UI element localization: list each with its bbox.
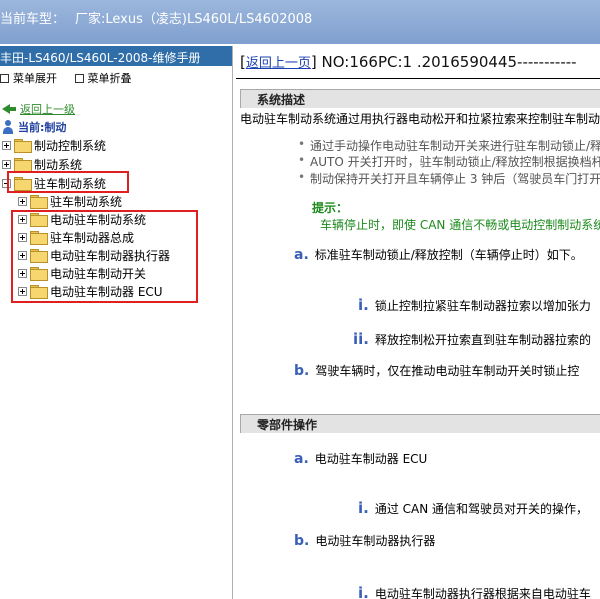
menu-expand-label: 菜单展开 — [13, 72, 57, 85]
expand-icon[interactable] — [2, 159, 11, 169]
bullet-item: AUTO 开关打开时，驻车制动锁止/释放控制根据换档杆位置 — [298, 153, 600, 170]
user-icon — [2, 120, 14, 134]
title-bar: 当前车型： 厂家:Lexus（凌志)LS460L/LS4602008 — [0, 0, 600, 44]
section-title-description: 系统描述 — [240, 89, 600, 108]
expand-icon[interactable] — [2, 140, 11, 150]
item-text: 驾驶车辆时，仅在推动电动驻车制动开关时锁止控 — [315, 364, 580, 378]
item-marker: b. — [294, 533, 310, 549]
current-row: 当前:制动 — [0, 118, 232, 136]
doc-header: [返回上一页] NO:166PC:1 .2016590445----------… — [240, 53, 577, 71]
item-text: 标准驻车制动锁止/释放控制（车辆停止时）如下。 — [314, 248, 583, 262]
tree-item-brake-control[interactable]: 制动控制系统 — [2, 136, 106, 154]
back-arrow-icon — [2, 104, 16, 114]
component-b: b. 电动驻车制动器执行器 — [294, 532, 435, 549]
item-marker: a. — [294, 247, 309, 263]
tree-item-parking-brake-subsystem[interactable]: 驻车制动系统 — [18, 192, 122, 210]
menu-expand-icon — [0, 73, 9, 83]
item-marker: i. — [358, 499, 369, 517]
current-label: 当前:制动 — [18, 121, 67, 134]
item-b: b. 驾驶车辆时，仅在推动电动驻车制动开关时锁止控 — [294, 362, 579, 379]
item-text: 释放控制松开拉索直到驻车制动器拉索的 — [374, 333, 591, 347]
menu-bar: 菜单展开 菜单折叠 — [0, 66, 232, 88]
bullet-item: 通过手动操作电动驻车制动开关来进行驻车制动锁止/释放 — [298, 137, 600, 154]
vehicle-model: 厂家:Lexus（凌志)LS460L/LS4602008 — [75, 12, 313, 27]
divider — [236, 78, 600, 79]
menu-collapse-button[interactable]: 菜单折叠 — [74, 70, 132, 86]
back-row[interactable]: 返回上一级 — [0, 100, 232, 118]
back-link[interactable]: 返回上一级 — [20, 101, 75, 117]
component-a-i: i. 通过 CAN 通信和驾驶员对开关的操作， — [358, 499, 588, 517]
folder-icon — [30, 195, 48, 209]
tree-item-label: 制动控制系统 — [34, 138, 107, 153]
folder-icon — [14, 158, 32, 172]
tip-text: 车辆停止时，即使 CAN 通信不畅或电动控制制动系统出现故障 — [320, 218, 600, 232]
intro-text: 电动驻车制动系统通过用执行器电动松开和拉紧拉索来控制驻车制动器。 — [240, 112, 600, 126]
item-text: 电动驻车制动器执行器 — [315, 534, 436, 548]
menu-collapse-icon — [74, 73, 84, 83]
component-a: a. 电动驻车制动器 ECU — [294, 450, 427, 467]
item-ii: ii. 释放控制松开拉索直到驻车制动器拉索的 — [353, 330, 591, 348]
back-page-link[interactable]: 返回上一页 — [246, 56, 311, 71]
folder-icon — [14, 139, 32, 153]
content-pane: [返回上一页] NO:166PC:1 .2016590445----------… — [236, 46, 600, 599]
section-title-components: 零部件操作 — [240, 414, 600, 433]
item-a: a. 标准驻车制动锁止/释放控制（车辆停止时）如下。 — [294, 246, 583, 263]
item-marker: b. — [294, 363, 310, 379]
navigation-pane: 丰田-LS460/LS460L-2008-维修手册 菜单展开 菜单折叠 返回上一… — [0, 46, 233, 599]
item-marker: i. — [358, 584, 369, 599]
title-prefix: 当前车型： — [0, 12, 66, 27]
highlight-box — [11, 210, 198, 303]
item-text: 锁止控制拉紧驻车制动器拉索以增加张力 — [374, 299, 591, 313]
item-marker: ii. — [353, 330, 369, 348]
tree-item-label: 制动系统 — [34, 157, 83, 172]
item-marker: a. — [294, 451, 309, 467]
item-text: 电动驻车制动器 ECU — [314, 452, 428, 466]
item-text: 通过 CAN 通信和驾驶员对开关的操作， — [374, 502, 589, 516]
expand-icon[interactable] — [18, 196, 27, 206]
menu-collapse-label: 菜单折叠 — [87, 72, 132, 85]
highlight-box — [7, 171, 129, 193]
item-marker: i. — [358, 296, 369, 314]
menu-expand-button[interactable]: 菜单展开 — [0, 70, 57, 86]
component-b-i: i. 电动驻车制动器执行器根据来自电动驻车 — [358, 584, 591, 599]
item-text: 电动驻车制动器执行器根据来自电动驻车 — [374, 587, 591, 599]
doc-id: NO:166PC:1 .2016590445----------- — [321, 53, 577, 71]
manual-header: 丰田-LS460/LS460L-2008-维修手册 — [0, 46, 232, 66]
tip-label: 提示： — [312, 201, 349, 215]
item-i: i. 锁止控制拉紧驻车制动器拉索以增加张力 — [358, 296, 591, 314]
tree-item-label: 驻车制动系统 — [50, 194, 123, 209]
bullet-item: 制动保持开关打开且车辆停止 3 钟后（驾驶员车门打开时） — [298, 170, 600, 187]
